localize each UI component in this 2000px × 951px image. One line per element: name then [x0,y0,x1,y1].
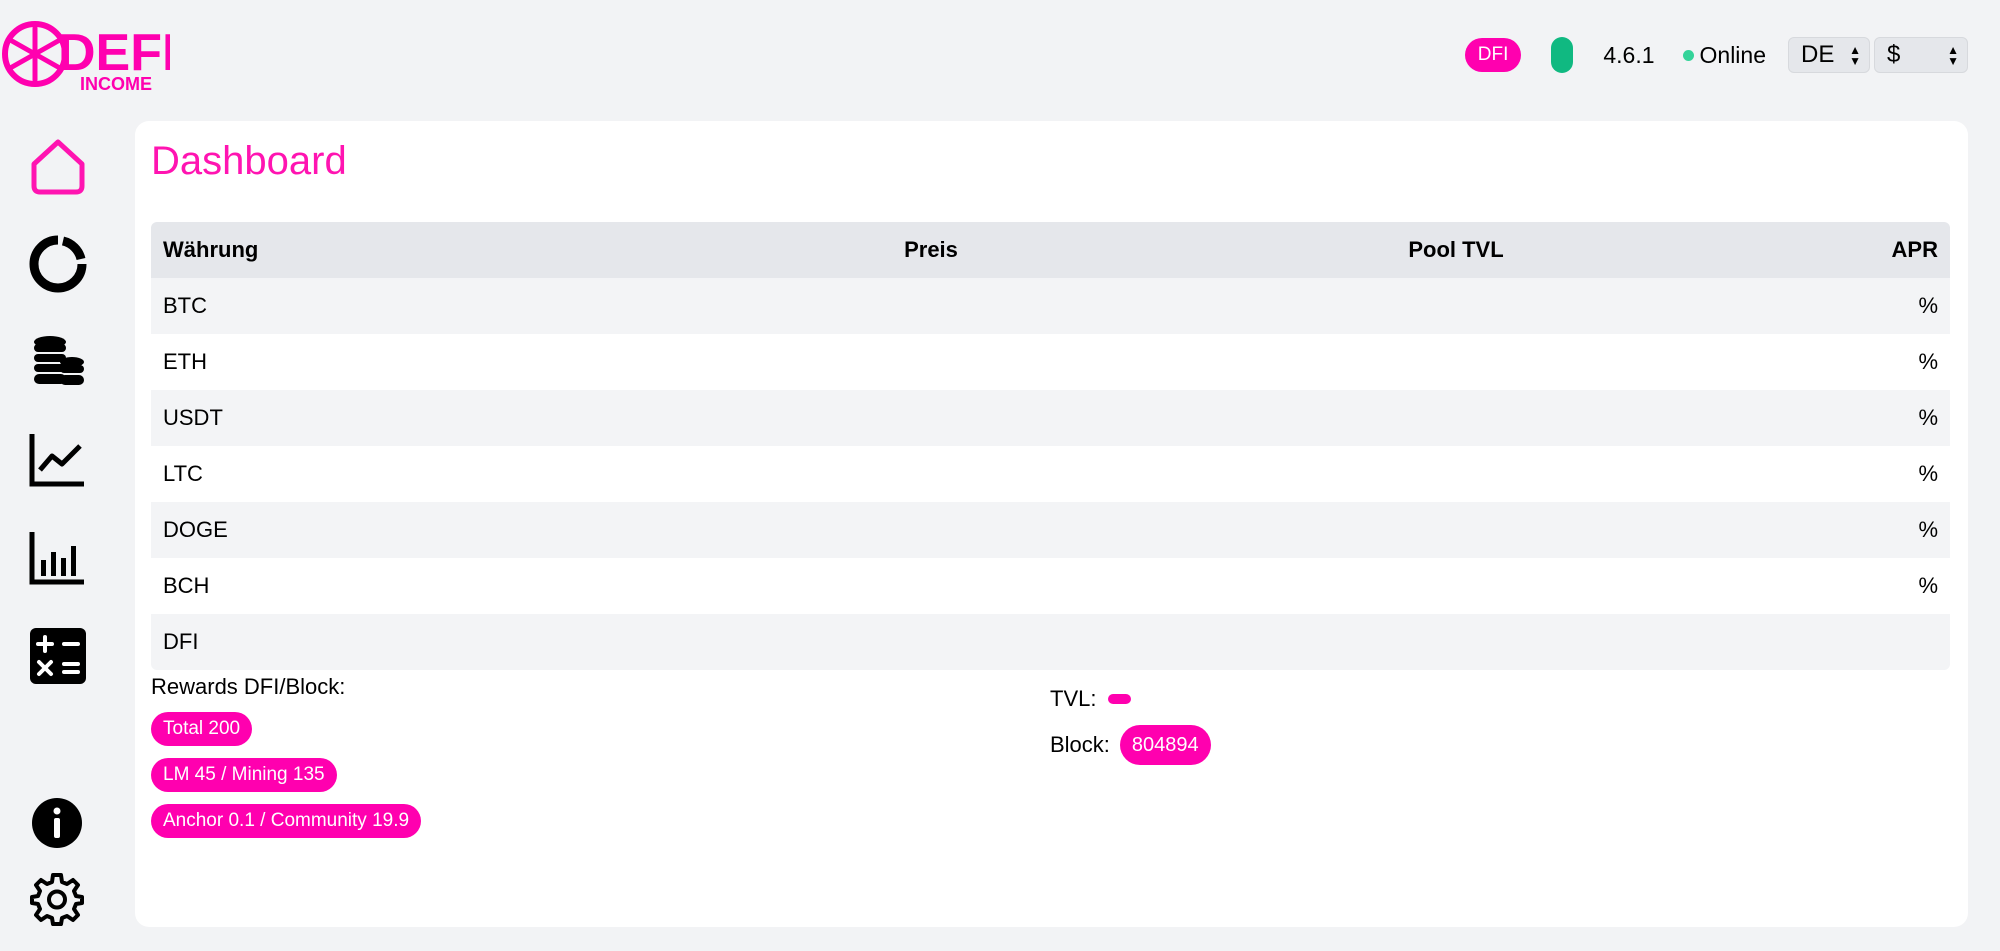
calculator-icon[interactable] [28,626,88,686]
bar-chart-icon[interactable] [28,528,88,588]
theme-toggle[interactable] [1551,37,1574,73]
cell-currency: BCH [163,573,210,598]
block-value-badge: 804894 [1119,725,1211,765]
reward-lm-mining-badge: LM 45 / Mining 135 [151,758,337,792]
cell-apr: % [1918,573,1938,598]
gear-icon[interactable] [30,872,84,926]
reward-total-badge: Total 200 [151,712,253,746]
cell-apr: % [1918,349,1938,374]
table-row[interactable]: ETH % [151,334,1950,390]
cell-currency: DFI [163,629,199,654]
line-chart-icon[interactable] [28,430,88,490]
coins-stack-icon[interactable] [28,332,88,392]
pie-chart-icon[interactable] [28,234,88,294]
cell-currency: LTC [163,461,203,486]
block-label: Block: [1050,732,1110,757]
currency-select[interactable]: $ ▲ ▼ [1874,37,1968,73]
column-header-tvl[interactable]: Pool TVL [1181,237,1731,263]
tvl-value-badge [1108,694,1132,704]
dfi-badge[interactable]: DFI [1464,38,1522,72]
status-dot-icon [1682,49,1694,61]
home-icon[interactable] [28,136,88,196]
cell-apr: % [1918,517,1938,542]
tvl-label: TVL: [1050,686,1097,711]
select-arrows-icon: ▲ ▼ [1849,43,1861,68]
status-text: Online [1699,41,1766,68]
page-title: Dashboard [151,139,347,183]
table-row[interactable]: BCH % [151,558,1950,614]
connection-status: Online [1682,41,1766,69]
currency-select-value: $ [1887,41,1901,68]
cell-apr: % [1918,405,1938,430]
reward-anchor-community-badge: Anchor 0.1 / Community 19.9 [151,804,422,838]
table-row[interactable]: USDT % [151,390,1950,446]
sidebar-nav [0,0,115,951]
table-row[interactable]: BTC % [151,278,1950,334]
language-select[interactable]: DE ▲ ▼ [1788,37,1870,73]
cell-currency: ETH [163,349,207,374]
table-row[interactable]: DFI [151,614,1950,670]
dashboard-card: Dashboard Währung Preis Pool TVL APR BTC… [135,121,1968,927]
column-header-apr[interactable]: APR [1731,237,1950,263]
table-row[interactable]: LTC % [151,446,1950,502]
info-icon[interactable] [30,796,84,850]
cell-currency: USDT [163,405,223,430]
header-toolbar: DFI 4.6.1 Online DE ▲ ▼ $ ▲ ▼ [1464,36,1968,74]
block-stat: Block: 804894 [1050,725,1211,765]
cell-apr: % [1918,293,1938,318]
currency-table: Währung Preis Pool TVL APR BTC % ETH % U… [151,222,1950,670]
select-arrows-icon: ▲ ▼ [1947,43,1959,68]
language-select-value: DE [1801,41,1835,68]
cell-currency: DOGE [163,517,228,542]
column-header-price[interactable]: Preis [681,237,1181,263]
stats-section: TVL: Block: 804894 [1050,684,1211,765]
rewards-label: Rewards DFI/Block: [151,674,346,699]
app-version: 4.6.1 [1603,41,1655,68]
cell-apr: % [1918,461,1938,486]
cell-currency: BTC [163,293,207,318]
column-header-currency[interactable]: Währung [151,237,681,263]
table-header: Währung Preis Pool TVL APR [151,222,1950,278]
table-row[interactable]: DOGE % [151,502,1950,558]
rewards-section: Rewards DFI/Block: Total 200 LM 45 / Min… [151,674,422,838]
tvl-stat: TVL: [1050,684,1211,714]
